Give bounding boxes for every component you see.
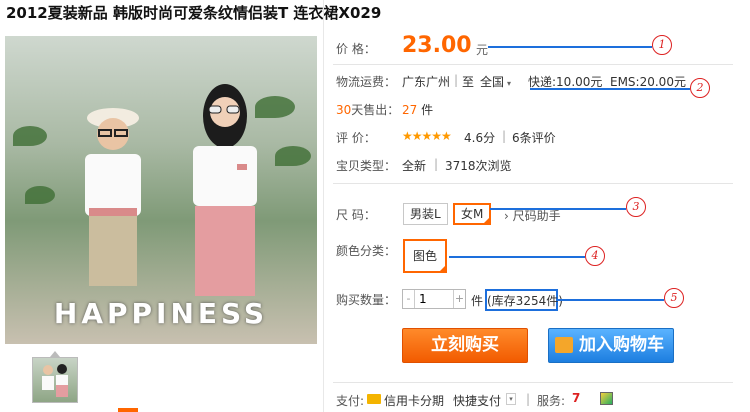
quantity-label: 购买数量：	[336, 293, 397, 307]
annotation-line-2	[530, 88, 690, 90]
product-photo[interactable]: HAPPINESS	[5, 36, 317, 344]
quantity-stepper[interactable]: - +	[402, 289, 466, 309]
size-option-male-l[interactable]: 男装L	[403, 203, 448, 225]
price-value: 23.00	[402, 33, 472, 58]
credit-card-installment-link[interactable]: 信用卡分期	[384, 392, 444, 409]
chevron-down-icon: ▾	[507, 79, 512, 88]
add-to-cart-label: 加入购物车	[579, 335, 664, 355]
leaf-shape	[25, 186, 55, 204]
rating-stars: ★★★★★	[402, 129, 452, 143]
price-unit: 元	[476, 43, 489, 57]
rating-score: 4.6分	[464, 131, 496, 145]
selected-check-icon	[439, 265, 447, 272]
selected-check-icon	[483, 217, 491, 224]
sales-count: 27	[402, 103, 418, 117]
tab-indicator	[118, 408, 138, 412]
shipping-origin: 广东广州	[402, 75, 451, 89]
annotation-4: 4	[585, 246, 605, 266]
leaf-shape	[13, 126, 47, 146]
quick-pay-link[interactable]: 快捷支付	[453, 392, 501, 409]
shipping-to-label: 至	[462, 75, 475, 89]
credit-card-icon	[367, 394, 381, 404]
quantity-input[interactable]	[415, 290, 453, 308]
shipping-destination-select[interactable]: 全国 ▾	[480, 73, 511, 90]
item-type-separator: |	[434, 157, 439, 171]
sales-days: 30	[336, 103, 352, 117]
sales-count-group: 27 件	[402, 101, 433, 118]
annotation-3: 3	[626, 197, 646, 217]
color-option-label: 图色	[413, 249, 438, 263]
destination-label: 全国	[480, 75, 505, 89]
add-to-cart-button[interactable]: 加入购物车	[548, 328, 674, 363]
footer-separator: |	[526, 392, 531, 406]
size-option-label: 女M	[461, 207, 484, 221]
item-type-value: 全新	[402, 159, 427, 173]
color-option[interactable]: 图色	[403, 239, 448, 273]
cart-icon	[555, 337, 573, 353]
shipping-separator: |	[454, 73, 459, 87]
guarantee-icon	[600, 392, 613, 405]
sales-unit: 件	[421, 103, 434, 117]
quantity-increment-button[interactable]: +	[453, 290, 465, 308]
annotation-5: 5	[664, 288, 684, 308]
price-label: 价 格：	[336, 42, 376, 56]
quantity-unit: 件	[471, 294, 484, 308]
item-type-label: 宝贝类型：	[336, 159, 397, 173]
buy-now-button[interactable]: 立刻购买	[402, 328, 528, 363]
size-option-female-m[interactable]: 女M	[453, 203, 492, 225]
annotation-line-3	[490, 208, 626, 210]
chevron-down-icon[interactable]: ▾	[506, 393, 516, 405]
photo-banner-text: HAPPINESS	[53, 297, 269, 330]
divider	[333, 183, 733, 184]
color-label: 颜色分类：	[336, 244, 397, 258]
service-label: 服务:	[537, 394, 566, 408]
size-label: 尺 码：	[336, 208, 376, 222]
sales-label-suffix: 天售出：	[351, 103, 400, 117]
view-count: 3718次浏览	[445, 159, 512, 173]
rating-separator: |	[502, 129, 507, 143]
divider	[333, 382, 733, 383]
stock-count: (库存3254件)	[487, 294, 563, 308]
divider-vertical	[323, 0, 324, 412]
product-thumbnail[interactable]	[32, 357, 78, 403]
rating-label: 评 价：	[336, 131, 376, 145]
man-figure	[85, 108, 141, 286]
rating-reviews-link[interactable]: 6条评价	[512, 129, 556, 146]
thumbnail-image	[42, 364, 68, 397]
annotation-line-1	[488, 46, 652, 48]
seven-day-return-icon: 7	[572, 391, 581, 405]
shipping-label: 物流运费：	[336, 75, 397, 89]
annotation-2: 2	[690, 78, 710, 98]
sales-label: 30天售出：	[336, 101, 399, 118]
divider	[333, 64, 733, 65]
annotation-line-4	[449, 256, 585, 258]
quantity-decrement-button[interactable]: -	[403, 290, 415, 308]
annotation-line-5	[558, 299, 664, 301]
annotation-1: 1	[652, 35, 672, 55]
leaf-shape	[275, 146, 311, 166]
woman-figure	[193, 84, 257, 296]
product-title: 2012夏装新品 韩版时尚可爱条纹情侣装T 连衣裙X029	[6, 4, 382, 22]
payment-label: 支付:	[336, 394, 365, 408]
